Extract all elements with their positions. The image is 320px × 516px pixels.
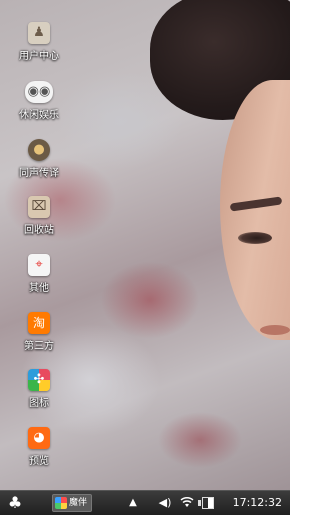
pinwheel-icon — [55, 497, 67, 509]
taskbar: ♣ 魔伴 ▲ ◀) 17:12:32 — [0, 490, 290, 515]
desktop-icon-leisure[interactable]: ◉◉ 休闲娱乐 — [8, 81, 70, 131]
desktop-icon-other[interactable]: ⌖ 其他 — [8, 254, 70, 304]
battery-fill — [208, 498, 213, 508]
wifi-icon[interactable] — [178, 491, 196, 516]
interpreter-icon: ● — [28, 139, 50, 161]
taskbar-task-label: 魔伴 — [69, 498, 88, 508]
wallpaper-eye — [238, 232, 272, 244]
desktop-icon-icons[interactable]: ✣ 图标 — [8, 369, 70, 419]
wallpaper-lip — [260, 325, 290, 335]
taskbar-clock[interactable]: 17:12:32 — [233, 491, 282, 515]
pinwheel-icon: ✣ — [28, 369, 50, 391]
user-center-icon: ♟ — [28, 22, 50, 44]
desktop-icon-third-party[interactable]: 淘 第三方 — [8, 312, 70, 362]
desktop-icon-label: 休闲娱乐 — [19, 110, 59, 121]
desktop-icon-label: 第三方 — [24, 341, 54, 352]
tray-up-arrow-icon[interactable]: ▲ — [126, 491, 140, 516]
desktop-icon-label: 同声传译 — [19, 168, 59, 179]
desktop-icon-recycle-bin[interactable]: ⌧ 回收站 — [8, 196, 70, 246]
map-pin-icon: ⌖ — [28, 254, 50, 276]
desktop-icon-label: 其他 — [29, 283, 49, 294]
desktop-icon-label: 用户中心 — [19, 51, 59, 62]
desktop-icon-interpreter[interactable]: ● 同声传译 — [8, 139, 70, 189]
clover-icon[interactable]: ♣ — [6, 494, 24, 512]
desktop-icon-preview[interactable]: ◕ 预览 — [8, 427, 70, 477]
taskbar-task-button[interactable]: 魔伴 — [52, 494, 92, 512]
recycle-bin-icon: ⌧ — [28, 196, 50, 218]
desktop-icon-label: 预览 — [29, 456, 49, 467]
gamepad-icon: ◉◉ — [25, 81, 53, 103]
desktop-icon-label: 图标 — [29, 398, 49, 409]
desktop-icon-user-center[interactable]: ♟ 用户中心 — [8, 22, 70, 72]
battery-cap — [198, 500, 201, 506]
battery-icon[interactable] — [202, 497, 214, 509]
uc-browser-icon: ◕ — [28, 427, 50, 449]
volume-icon[interactable]: ◀) — [156, 491, 174, 516]
desktop-icon-label: 回收站 — [24, 225, 54, 236]
taobao-icon: 淘 — [28, 312, 50, 334]
